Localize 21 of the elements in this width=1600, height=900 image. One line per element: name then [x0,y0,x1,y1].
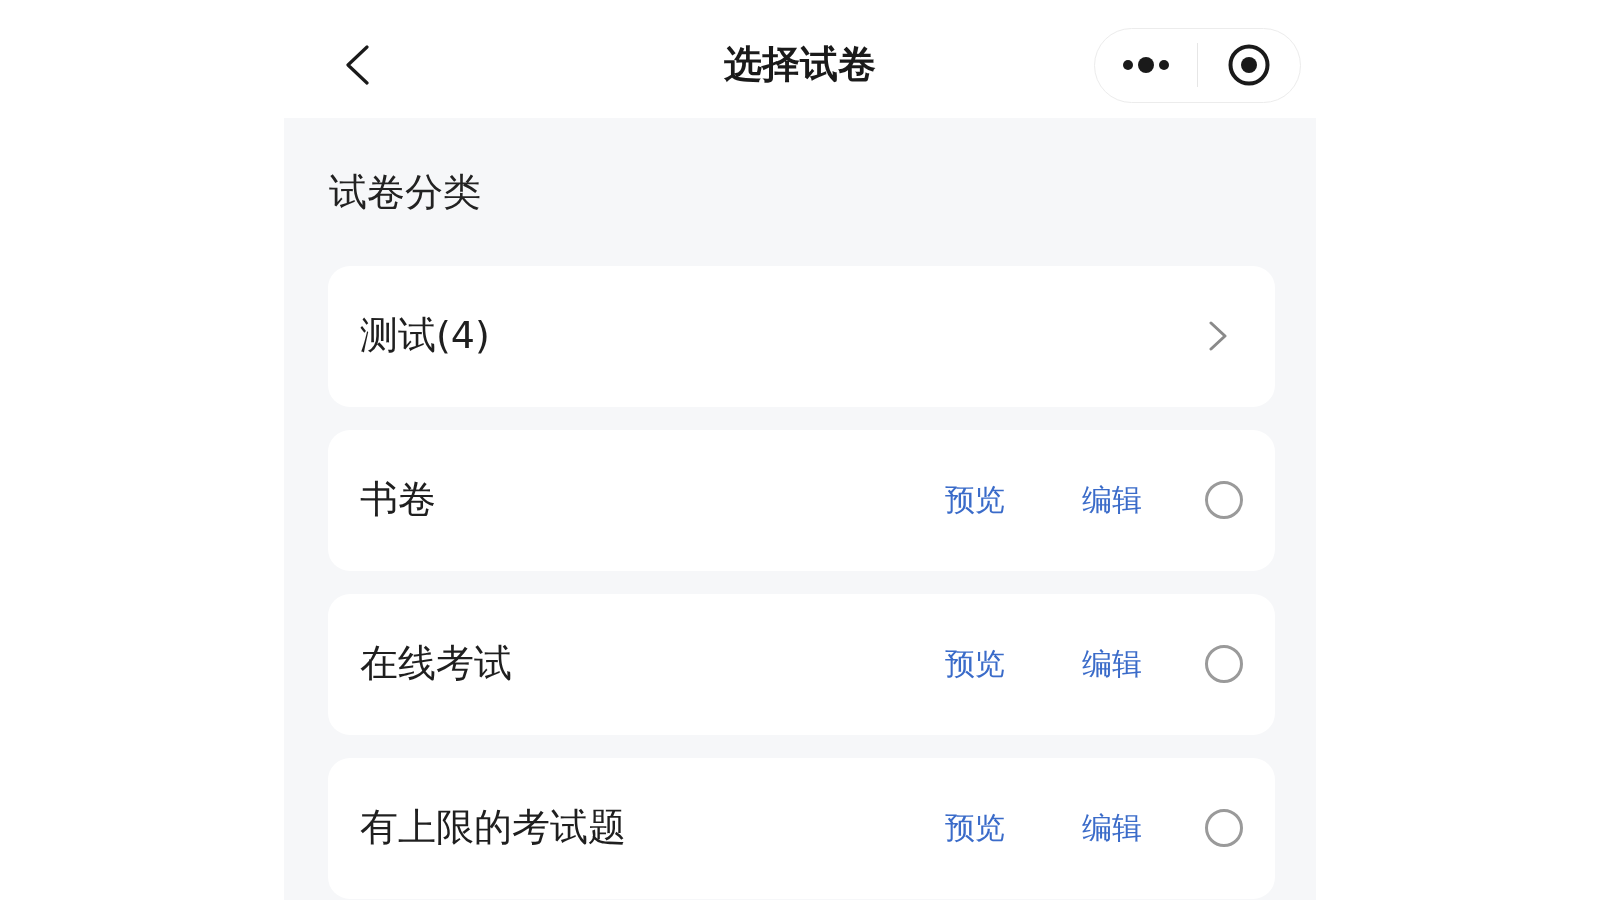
preview-link[interactable]: 预览 [945,482,1005,519]
edit-link[interactable]: 编辑 [1082,810,1142,847]
section-title: 试卷分类 [328,170,481,216]
paper-name: 书卷 [360,477,436,523]
back-icon [344,45,370,85]
radio-button[interactable] [1205,809,1243,848]
edit-link[interactable]: 编辑 [1082,646,1142,683]
category-row[interactable]: 测试(4) [328,265,1275,407]
radio-button[interactable] [1205,645,1243,684]
preview-link[interactable]: 预览 [945,810,1005,847]
page-title: 选择试卷 [724,42,876,88]
radio-button[interactable] [1205,481,1243,520]
category-label: 测试(4) [360,313,490,359]
paper-name: 有上限的考试题 [360,805,626,851]
paper-name: 在线考试 [360,641,512,687]
target-icon [1228,44,1270,86]
chevron-right-icon [1209,321,1227,352]
preview-link[interactable]: 预览 [945,646,1005,683]
edit-link[interactable]: 编辑 [1082,482,1142,519]
more-icon [1123,57,1169,73]
back-button[interactable] [344,45,370,85]
